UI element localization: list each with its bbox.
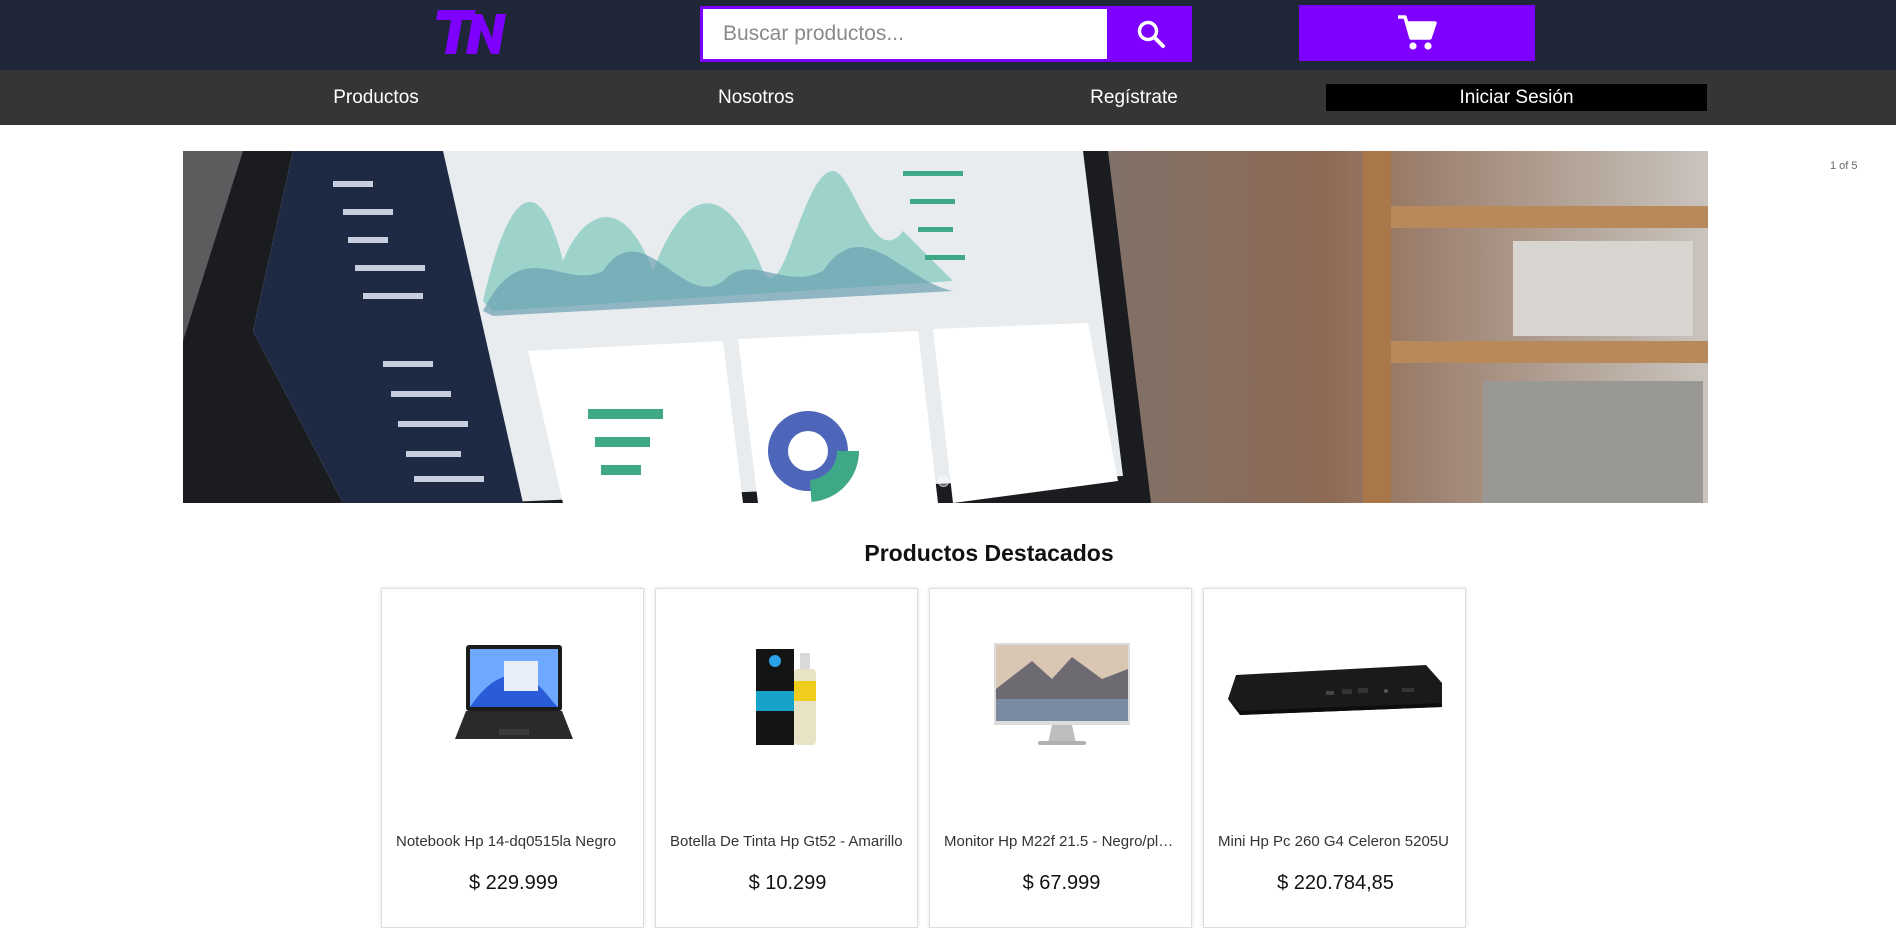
product-price: $ 10.299 [748, 872, 827, 894]
nav-registrate[interactable]: Regístrate [994, 70, 1274, 125]
nav-productos[interactable]: Productos [236, 70, 516, 125]
product-card[interactable]: Botella De Tinta Hp Gt52 - Amarillo $ 10… [655, 588, 918, 928]
logo[interactable] [436, 6, 510, 58]
login-button[interactable]: Iniciar Sesión [1326, 84, 1707, 111]
product-card[interactable]: Notebook Hp 14-dq0515la Negro $ 229.999 [381, 588, 644, 928]
hero-slide-image [183, 151, 1708, 503]
ink-bottle-image [755, 649, 816, 745]
product-price: $ 229.999 [469, 872, 558, 894]
cart-button[interactable] [1299, 5, 1535, 61]
carousel-dot[interactable] [988, 476, 999, 487]
product-price: $ 67.999 [1022, 872, 1101, 894]
carousel-dot[interactable] [913, 476, 924, 487]
product-image [382, 619, 645, 769]
mini-pc-image [1227, 665, 1442, 715]
product-card[interactable]: Mini Hp Pc 260 G4 Celeron 5205U $ 220.78… [1203, 588, 1466, 928]
product-card[interactable]: Monitor Hp M22f 21.5 - Negro/plata $ 67.… [929, 588, 1192, 928]
cart-icon [1398, 15, 1437, 50]
section-title: Productos Destacados [864, 540, 1114, 566]
product-grid: Notebook Hp 14-dq0515la Negro $ 229.999 … [381, 588, 1466, 928]
product-name[interactable]: Botella De Tinta Hp Gt52 - Amarillo [670, 833, 905, 850]
search-icon [1137, 20, 1165, 48]
product-price: $ 220.784,85 [1277, 872, 1394, 894]
search-bar [700, 6, 1192, 62]
top-header [0, 0, 1896, 70]
hero-carousel[interactable] [183, 151, 1708, 503]
product-image [930, 619, 1193, 769]
carousel-dot[interactable] [888, 476, 899, 487]
carousel-dot[interactable] [963, 476, 974, 487]
search-button[interactable] [1110, 6, 1192, 62]
carousel-dot[interactable] [938, 476, 949, 487]
product-name[interactable]: Monitor Hp M22f 21.5 - Negro/plata [944, 833, 1179, 850]
carousel-dots [888, 476, 999, 487]
laptop-image [454, 645, 573, 739]
monitor-image [993, 643, 1130, 745]
search-input[interactable] [700, 6, 1110, 62]
product-image [656, 619, 919, 769]
product-name[interactable]: Notebook Hp 14-dq0515la Negro [396, 833, 631, 850]
slide-counter: 1 of 5 [1830, 160, 1858, 172]
product-name[interactable]: Mini Hp Pc 260 G4 Celeron 5205U [1218, 833, 1453, 850]
main-nav: Productos Nosotros Regístrate Iniciar Se… [0, 70, 1896, 125]
nav-nosotros[interactable]: Nosotros [616, 70, 896, 125]
product-image [1204, 619, 1467, 769]
